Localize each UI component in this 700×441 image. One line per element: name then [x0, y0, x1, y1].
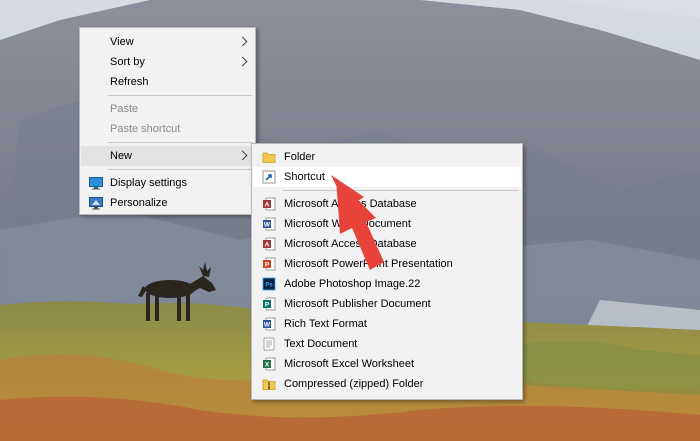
- menu-item-label: Personalize: [110, 197, 168, 209]
- submenu-item-label: Microsoft PowerPoint Presentation: [284, 258, 453, 270]
- menu-item-label: View: [110, 36, 134, 48]
- menu-item-paste[interactable]: Paste: [81, 99, 254, 119]
- menu-separator: [283, 190, 519, 191]
- submenu-item-label: Text Document: [284, 338, 358, 350]
- menu-item-label: Refresh: [110, 76, 149, 88]
- submenu-item-label: Microsoft Access Database: [284, 198, 417, 210]
- menu-separator: [108, 142, 252, 143]
- submenu-item-label: Shortcut: [284, 171, 325, 183]
- menu-item-new[interactable]: New: [81, 146, 254, 166]
- svg-text:X: X: [265, 362, 270, 369]
- zip-folder-icon: [262, 379, 276, 390]
- submenu-item-access-database[interactable]: A Microsoft Access Database: [253, 194, 521, 214]
- powerpoint-file-icon: P: [263, 257, 276, 271]
- submenu-item-label: Microsoft Word Document: [284, 218, 411, 230]
- personalize-icon: [89, 197, 103, 210]
- word-file-icon: W: [263, 217, 276, 231]
- submenu-item-photoshop-image[interactable]: Ps Adobe Photoshop Image.22: [253, 274, 521, 294]
- submenu-item-rich-text-format[interactable]: W Rich Text Format: [253, 314, 521, 334]
- menu-item-label: Paste: [110, 103, 139, 115]
- menu-separator: [108, 95, 252, 96]
- submenu-item-text-document[interactable]: Text Document: [253, 334, 521, 354]
- submenu-item-label: Microsoft Excel Worksheet: [284, 358, 415, 370]
- submenu-item-publisher-document[interactable]: P Microsoft Publisher Document: [253, 294, 521, 314]
- submenu-item-folder[interactable]: Folder: [253, 147, 521, 167]
- menu-item-label: Paste shortcut: [110, 123, 181, 135]
- publisher-file-icon: P: [263, 297, 276, 311]
- submenu-item-label: Microsoft Publisher Document: [284, 298, 431, 310]
- svg-text:Ps: Ps: [265, 283, 273, 289]
- text-file-icon: [263, 337, 275, 351]
- photoshop-file-icon: Ps: [262, 277, 276, 291]
- menu-item-personalize[interactable]: Personalize: [81, 193, 254, 213]
- submenu-item-powerpoint-presentation[interactable]: P Microsoft PowerPoint Presentation: [253, 254, 521, 274]
- svg-text:P: P: [265, 302, 270, 309]
- submenu-item-label: Adobe Photoshop Image.22: [284, 278, 421, 290]
- svg-text:P: P: [265, 262, 270, 269]
- menu-item-label: Sort by: [110, 56, 145, 68]
- menu-item-label: New: [110, 150, 133, 162]
- display-settings-icon: [89, 177, 103, 190]
- rtf-file-icon: W: [263, 317, 276, 331]
- menu-separator: [108, 169, 252, 170]
- menu-item-label: Display settings: [110, 177, 188, 189]
- svg-text:A: A: [265, 242, 270, 249]
- excel-file-icon: X: [263, 357, 276, 371]
- menu-item-paste-shortcut[interactable]: Paste shortcut: [81, 119, 254, 139]
- menu-item-sort-by[interactable]: Sort by: [81, 52, 254, 72]
- menu-item-view[interactable]: View: [81, 32, 254, 52]
- chevron-right-icon: [237, 56, 248, 67]
- submenu-item-label: Rich Text Format: [284, 318, 367, 330]
- submenu-item-label: Microsoft Access Database: [284, 238, 417, 250]
- folder-icon: [262, 152, 276, 163]
- menu-item-refresh[interactable]: Refresh: [81, 72, 254, 92]
- submenu-item-access-database-2[interactable]: A Microsoft Access Database: [253, 234, 521, 254]
- access-file-icon: A: [263, 237, 276, 251]
- svg-text:A: A: [265, 202, 270, 209]
- svg-text:W: W: [264, 222, 271, 229]
- submenu-item-excel-worksheet[interactable]: X Microsoft Excel Worksheet: [253, 354, 521, 374]
- svg-text:W: W: [264, 322, 271, 329]
- chevron-right-icon: [237, 150, 248, 161]
- submenu-item-shortcut[interactable]: Shortcut: [253, 167, 521, 187]
- shortcut-icon: [262, 170, 276, 184]
- submenu-item-word-document[interactable]: W Microsoft Word Document: [253, 214, 521, 234]
- desktop-context-menu: View Sort by Refresh Paste Paste shortcu…: [79, 27, 256, 215]
- chevron-right-icon: [237, 36, 248, 47]
- submenu-item-compressed-folder[interactable]: Compressed (zipped) Folder: [253, 374, 521, 394]
- new-submenu: Folder Shortcut A Microsoft Access Datab…: [251, 143, 523, 400]
- submenu-item-label: Compressed (zipped) Folder: [284, 378, 424, 390]
- submenu-item-label: Folder: [284, 151, 316, 163]
- menu-item-display-settings[interactable]: Display settings: [81, 173, 254, 193]
- access-file-icon: A: [263, 197, 276, 211]
